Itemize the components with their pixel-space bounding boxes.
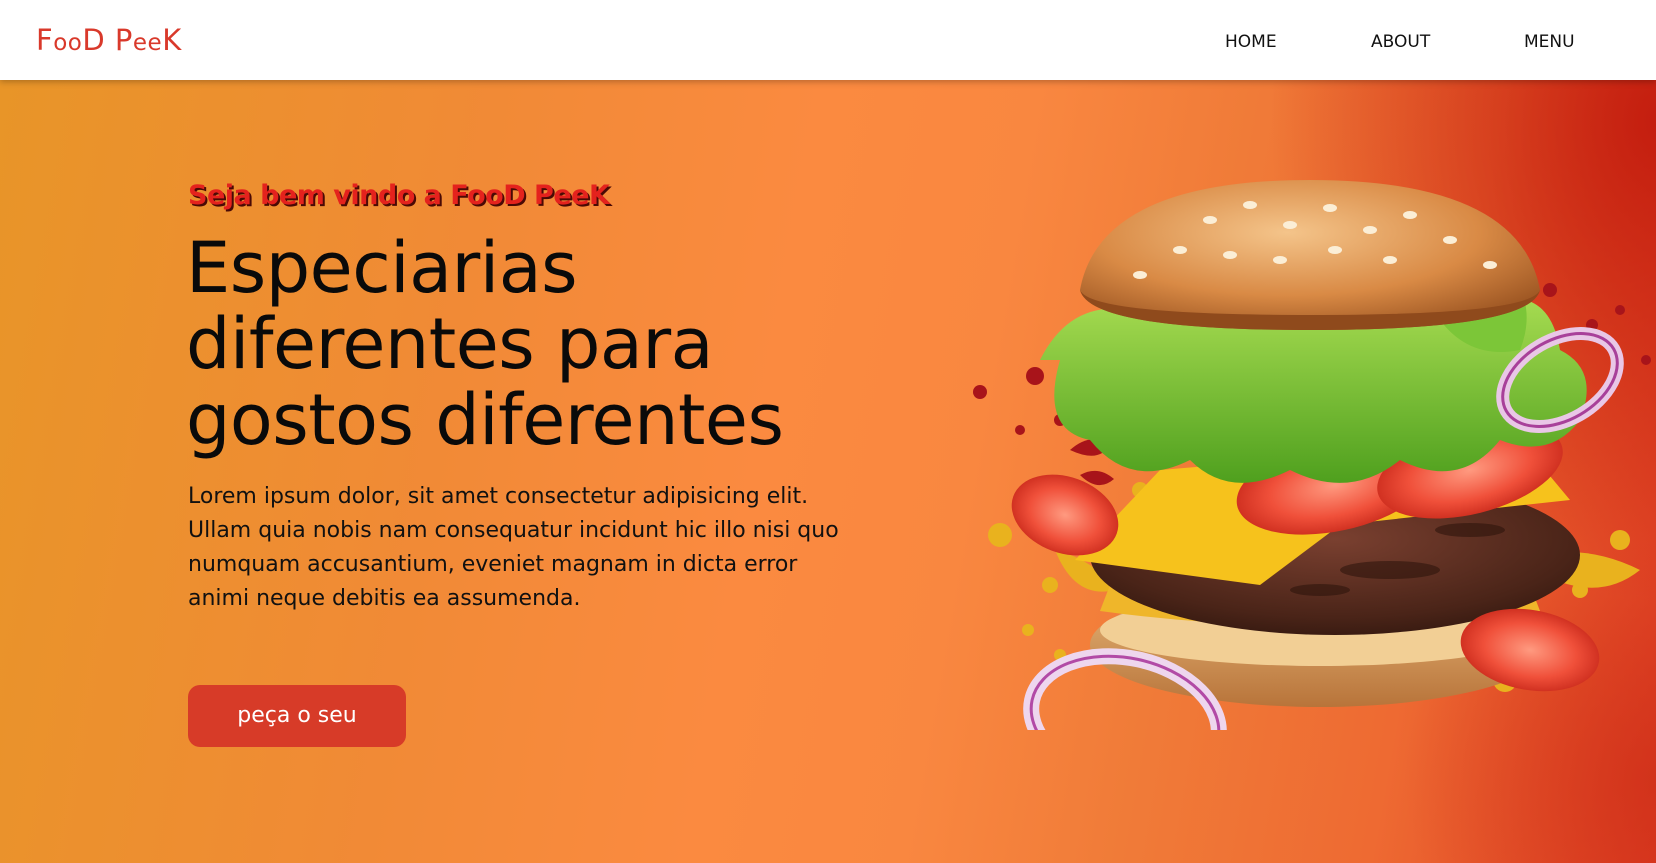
headline-line: gostos diferentes [186,379,784,461]
description-line: Ullam quia nobis nam consequatur incidun… [188,518,839,543]
nav-link-about[interactable]: ABOUT [1371,30,1430,54]
page: FooD PeeK HOME ABOUT MENU Seja bem vindo… [0,0,1656,863]
brand-logo[interactable]: FooD PeeK [36,20,182,63]
description-line: Lorem ipsum dolor, sit amet consectetur … [188,484,809,509]
order-button[interactable]: peça o seu [188,685,406,747]
nav-link-home[interactable]: HOME [1225,30,1277,54]
logo-letter: F [36,23,54,57]
description-line: numquam accusantium, eveniet magnam in d… [188,552,798,577]
hero-headline: Especiarias diferentes para gostos difer… [186,230,906,458]
hero-description: Lorem ipsum dolor, sit amet consectetur … [188,480,888,616]
burger-image [973,180,1651,730]
top-navbar: FooD PeeK HOME ABOUT MENU [0,0,1656,80]
logo-letter: P [105,23,133,57]
hero-section: Seja bem vindo a FooD PeeK Especiarias d… [0,80,1656,863]
headline-line: Especiarias [186,227,578,309]
logo-letter: D [82,23,106,57]
nav-link-menu[interactable]: MENU [1524,30,1575,54]
welcome-subtitle: Seja bem vindo a FooD PeeK [188,180,610,211]
logo-letter: K [162,23,182,57]
description-line: animi neque debitis ea assumenda. [188,586,581,611]
headline-line: diferentes para [186,303,714,385]
logo-letters: oo [53,30,83,56]
logo-letters: ee [132,30,163,56]
